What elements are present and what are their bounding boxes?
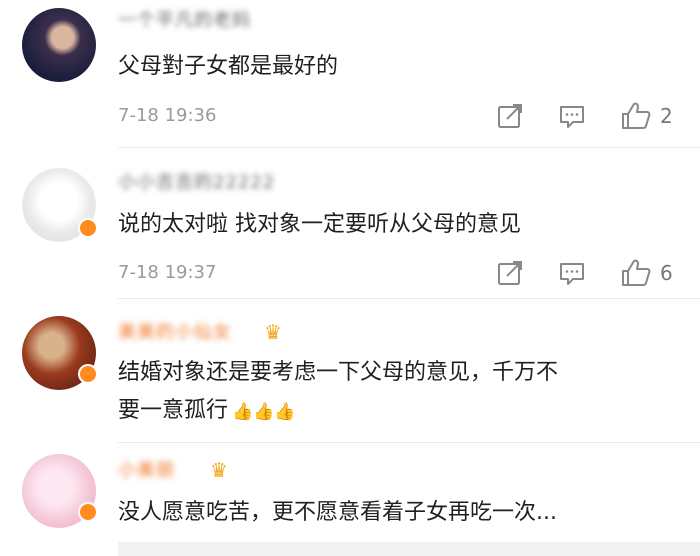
comment-item: 美美的小仙女 ♛ 结婚对象还是要考虑一下父母的意见，千万不 要一意孤行 👍👍👍 xyxy=(0,300,700,443)
like-count: 2 xyxy=(660,104,673,128)
verified-badge-icon xyxy=(78,502,98,522)
comment-text-line2-words: 要一意孤行 xyxy=(118,398,229,423)
comment-item: 小小吉吉的22222 说的太对啦 找对象一定要听从父母的意见 7-18 19:3… xyxy=(0,148,700,299)
comment-time: 7-18 19:37 xyxy=(118,262,217,283)
comment-item: 小美丽 ♛ 没人愿意吃苦，更不愿意看着子女再吃一次... xyxy=(0,446,700,556)
comment-time: 7-18 19:36 xyxy=(118,105,217,126)
crown-icon: ♛ xyxy=(210,458,228,482)
reply-preview-bar[interactable] xyxy=(118,542,700,556)
thumbs-up-emoji-icon: 👍👍👍 xyxy=(232,402,296,422)
comment-icon[interactable] xyxy=(558,259,586,287)
username[interactable]: 美美的小仙女 xyxy=(118,322,232,344)
comment-item: 一个平凡的老妈 父母對子女都是最好的 7-18 19:36 2 xyxy=(0,0,700,148)
share-icon[interactable] xyxy=(496,259,524,287)
verified-badge-icon xyxy=(78,218,98,238)
username[interactable]: 小小吉吉的22222 xyxy=(118,172,275,194)
thumbs-up-icon[interactable] xyxy=(620,100,652,132)
divider xyxy=(118,442,700,443)
comment-feed: 一个平凡的老妈 父母對子女都是最好的 7-18 19:36 2 小小吉吉的222… xyxy=(0,0,700,556)
divider xyxy=(118,298,700,299)
thumbs-up-icon[interactable] xyxy=(620,257,652,289)
comment-text: 父母對子女都是最好的 xyxy=(118,54,339,79)
comment-text: 没人愿意吃苦，更不愿意看着子女再吃一次... xyxy=(118,500,557,525)
avatar[interactable] xyxy=(22,8,96,82)
verified-badge-icon xyxy=(78,364,98,384)
comment-text: 说的太对啦 找对象一定要听从父母的意见 xyxy=(118,212,521,237)
username[interactable]: 小美丽 xyxy=(118,460,175,482)
comment-text-line2: 要一意孤行 👍👍👍 xyxy=(118,396,296,427)
username[interactable]: 一个平凡的老妈 xyxy=(118,10,251,32)
like-count: 6 xyxy=(660,261,673,285)
comment-text-line1: 结婚对象还是要考虑一下父母的意见，千万不 xyxy=(118,360,559,385)
crown-icon: ♛ xyxy=(264,320,282,344)
comment-icon[interactable] xyxy=(558,102,586,130)
share-icon[interactable] xyxy=(496,102,524,130)
